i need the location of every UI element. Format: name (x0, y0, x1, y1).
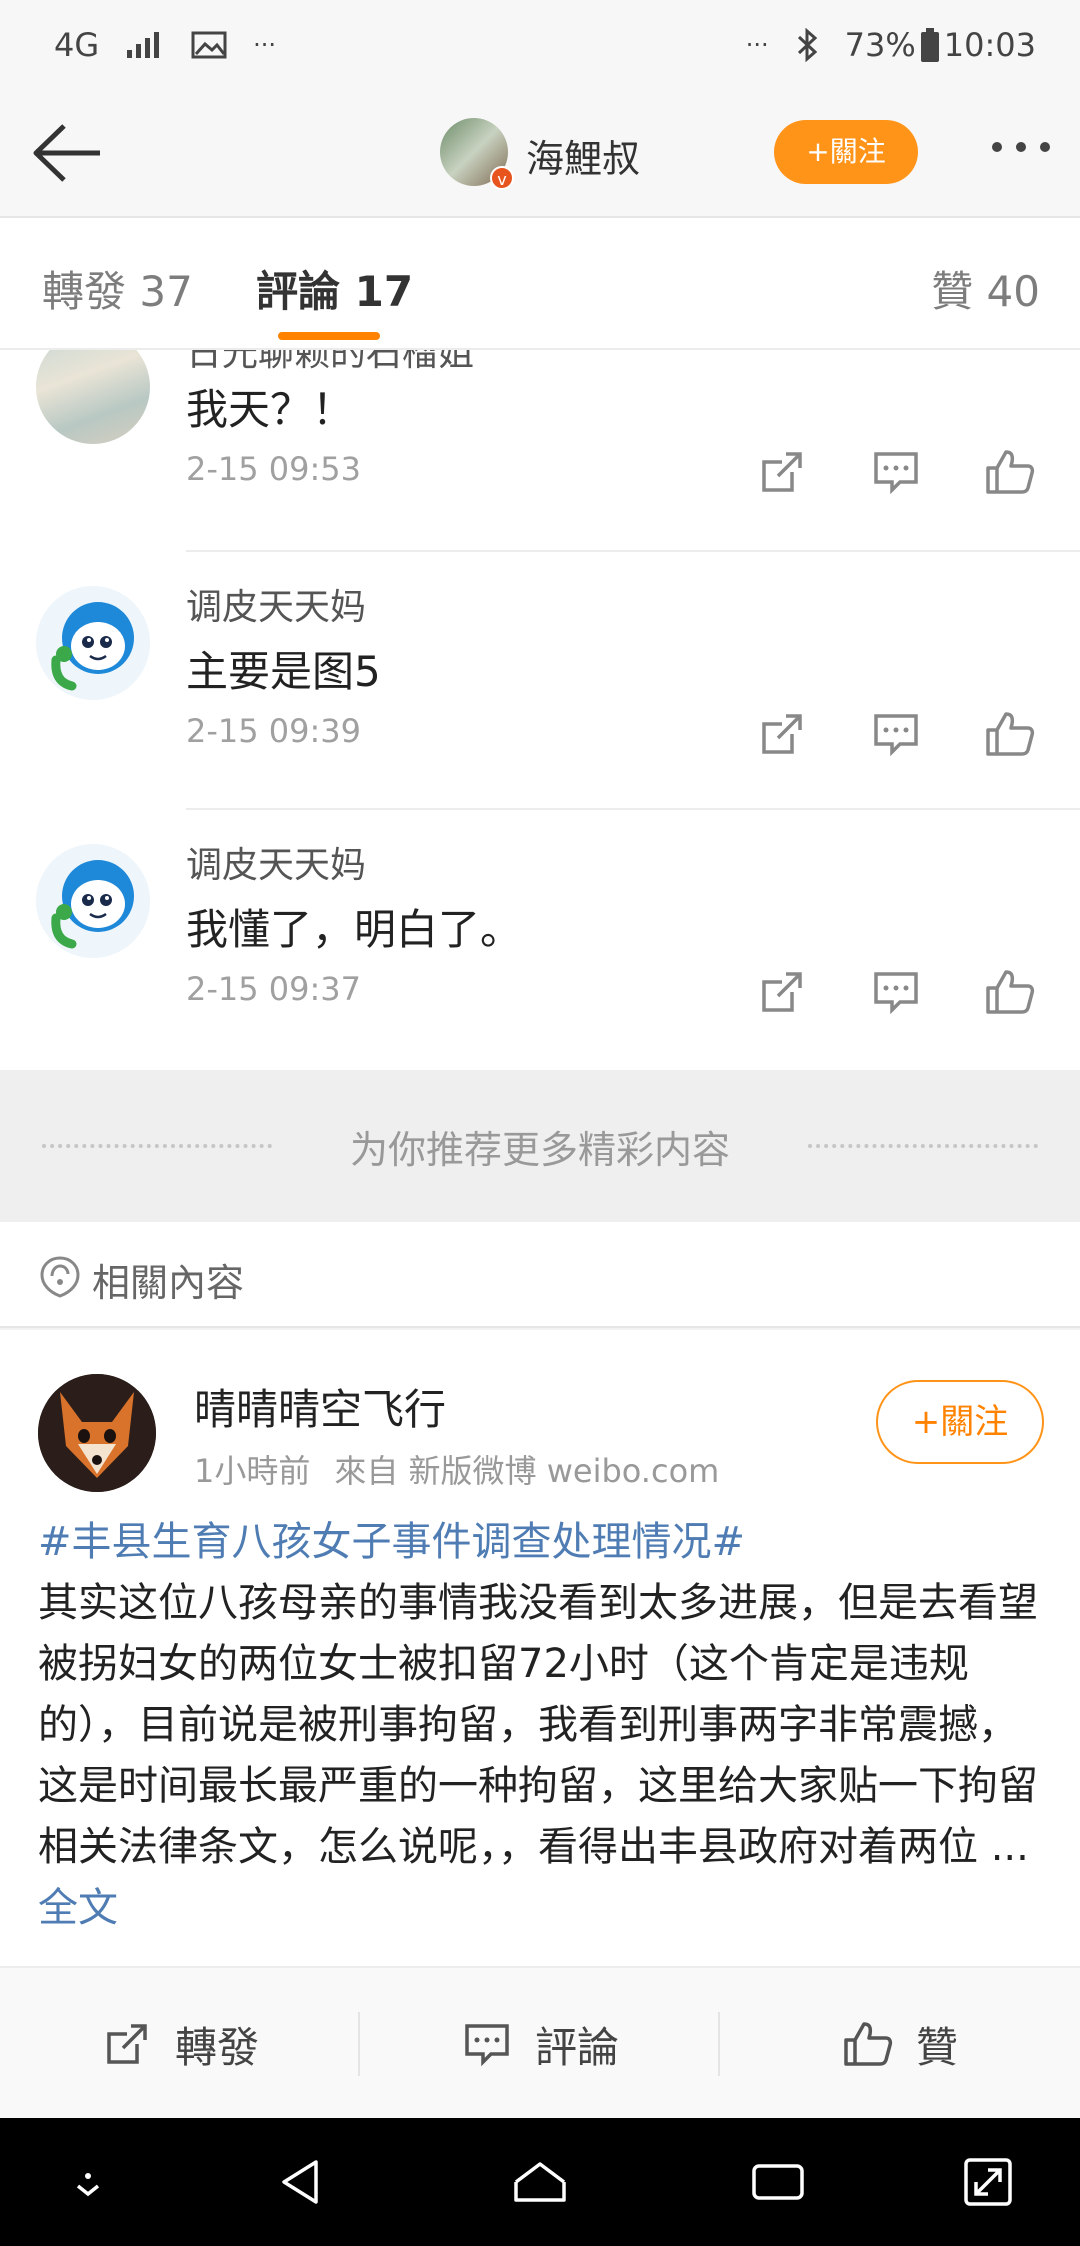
comment-label: 評論 (534, 2022, 619, 2072)
bluetooth-icon (797, 28, 817, 62)
comment-time: 2-15 09:37 (186, 970, 362, 1008)
active-tab-indicator (278, 332, 380, 340)
reply-icon[interactable] (870, 966, 922, 1018)
signal-icon (127, 32, 160, 58)
tab-comments[interactable]: 評論 17 (256, 258, 413, 319)
tab-reposts[interactable]: 轉發 37 (42, 258, 193, 319)
author-name[interactable]: 海鯉叔 (526, 128, 640, 183)
battery-percent: 73% (844, 26, 916, 64)
related-content-label: 相關內容 (92, 1261, 245, 1305)
post-source: 來自 新版微博 weibo.com (334, 1452, 720, 1490)
comment-item: 日光聊赖的石榴姐 我天？！ 2-15 09:53 (0, 350, 1080, 574)
recommend-label: 为你推荐更多精彩内容 (349, 1127, 730, 1172)
home-icon[interactable] (510, 2152, 570, 2212)
comment-list: 日光聊赖的石榴姐 我天？！ 2-15 09:53 调皮天天妈 主要是图5 2-1… (0, 350, 1080, 1070)
back-triangle-icon[interactable] (272, 2152, 332, 2212)
post-topic-link[interactable]: #丰县生育八孩女子事件调查处理情况# (38, 1512, 1048, 1573)
verified-badge-icon: v (490, 166, 514, 190)
comment-text: 主要是图5 (186, 647, 381, 696)
clock: 10:03 (943, 26, 1036, 64)
more-options-icon[interactable] (992, 142, 1050, 152)
repost-icon[interactable] (756, 966, 808, 1018)
comment-text: 我懂了，明白了。 (186, 905, 523, 954)
status-right-more: ··· (745, 31, 769, 59)
commenter-avatar[interactable] (36, 586, 150, 700)
related-content-header: 相關內容 (0, 1222, 1080, 1328)
back-arrow-icon[interactable] (28, 120, 104, 186)
like-button[interactable]: 贊 (720, 1968, 1080, 2120)
post-author-avatar[interactable] (38, 1374, 156, 1492)
read-full-link[interactable]: 全文 (38, 1885, 118, 1931)
recent-apps-icon[interactable] (748, 2152, 808, 2212)
thumbs-up-icon (844, 2022, 893, 2066)
comment-time: 2-15 09:39 (186, 712, 362, 750)
post-meta: 1小時前 來自 新版微博 weibo.com (194, 1446, 719, 1492)
comment-bubble-icon (465, 2024, 509, 2067)
repost-icon[interactable] (756, 708, 808, 760)
system-nav-bar (0, 2118, 1080, 2246)
comment-time: 2-15 09:53 (186, 450, 362, 488)
chevron-down-icon[interactable] (58, 2152, 118, 2212)
like-icon[interactable] (984, 446, 1036, 498)
comment-item: 调皮天天妈 我懂了，明白了。 2-15 09:37 (0, 810, 1080, 1068)
image-notification-icon (191, 31, 227, 59)
comment-item: 调皮天天妈 主要是图5 2-15 09:39 (0, 552, 1080, 810)
expand-icon[interactable] (958, 2152, 1018, 2212)
status-bar: 4G ··· ··· 73% 10:03 (0, 0, 1080, 90)
follow-button[interactable]: +關注 (774, 120, 918, 184)
repost-icon[interactable] (756, 446, 808, 498)
like-icon[interactable] (984, 708, 1036, 760)
repost-button[interactable]: 轉發 (0, 1968, 360, 2120)
recommend-divider: 为你推荐更多精彩内容 (0, 1070, 1080, 1222)
related-post[interactable]: 晴晴晴空飞行 1小時前 來自 新版微博 weibo.com +關注 #丰县生育八… (0, 1330, 1080, 1966)
post-author-name[interactable]: 晴晴晴空飞行 (194, 1376, 446, 1437)
repost-label: 轉發 (174, 2022, 259, 2072)
battery-icon (920, 28, 939, 62)
post-action-bar: 轉發 評論 贊 (0, 1966, 1080, 2118)
detail-tabs: 轉發 37 評論 17 贊 40 (0, 218, 1080, 350)
reply-icon[interactable] (870, 446, 922, 498)
like-icon[interactable] (984, 966, 1036, 1018)
post-body: #丰县生育八孩女子事件调查处理情况# 其实这位八孩母亲的事情我没看到太多进展，但… (38, 1512, 1048, 1939)
post-time: 1小時前 (194, 1452, 311, 1490)
comment-button[interactable]: 評論 (360, 1968, 720, 2120)
share-out-icon (107, 2024, 147, 2064)
post-text: 其实这位八孩母亲的事情我没看到太多进展，但是去看望被拐妇女的两位女士被扣留72小… (38, 1580, 1038, 1870)
dotted-line (808, 1144, 1038, 1148)
top-nav-bar: v 海鯉叔 +關注 (0, 90, 1080, 218)
related-content-icon (40, 1256, 80, 1298)
commenter-avatar[interactable] (36, 350, 150, 444)
comment-text: 我天？！ (186, 385, 355, 434)
commenter-name[interactable]: 调皮天天妈 (186, 836, 366, 888)
reply-icon[interactable] (870, 708, 922, 760)
commenter-name[interactable]: 调皮天天妈 (186, 578, 366, 630)
network-type: 4G (54, 26, 100, 64)
dotted-line (42, 1144, 272, 1148)
like-label: 贊 (915, 2022, 958, 2072)
commenter-avatar[interactable] (36, 844, 150, 958)
tab-likes[interactable]: 贊 40 (931, 258, 1040, 319)
status-more: ··· (253, 31, 277, 59)
post-follow-button[interactable]: +關注 (876, 1380, 1044, 1464)
commenter-name[interactable]: 日光聊赖的石榴姐 (186, 350, 474, 376)
